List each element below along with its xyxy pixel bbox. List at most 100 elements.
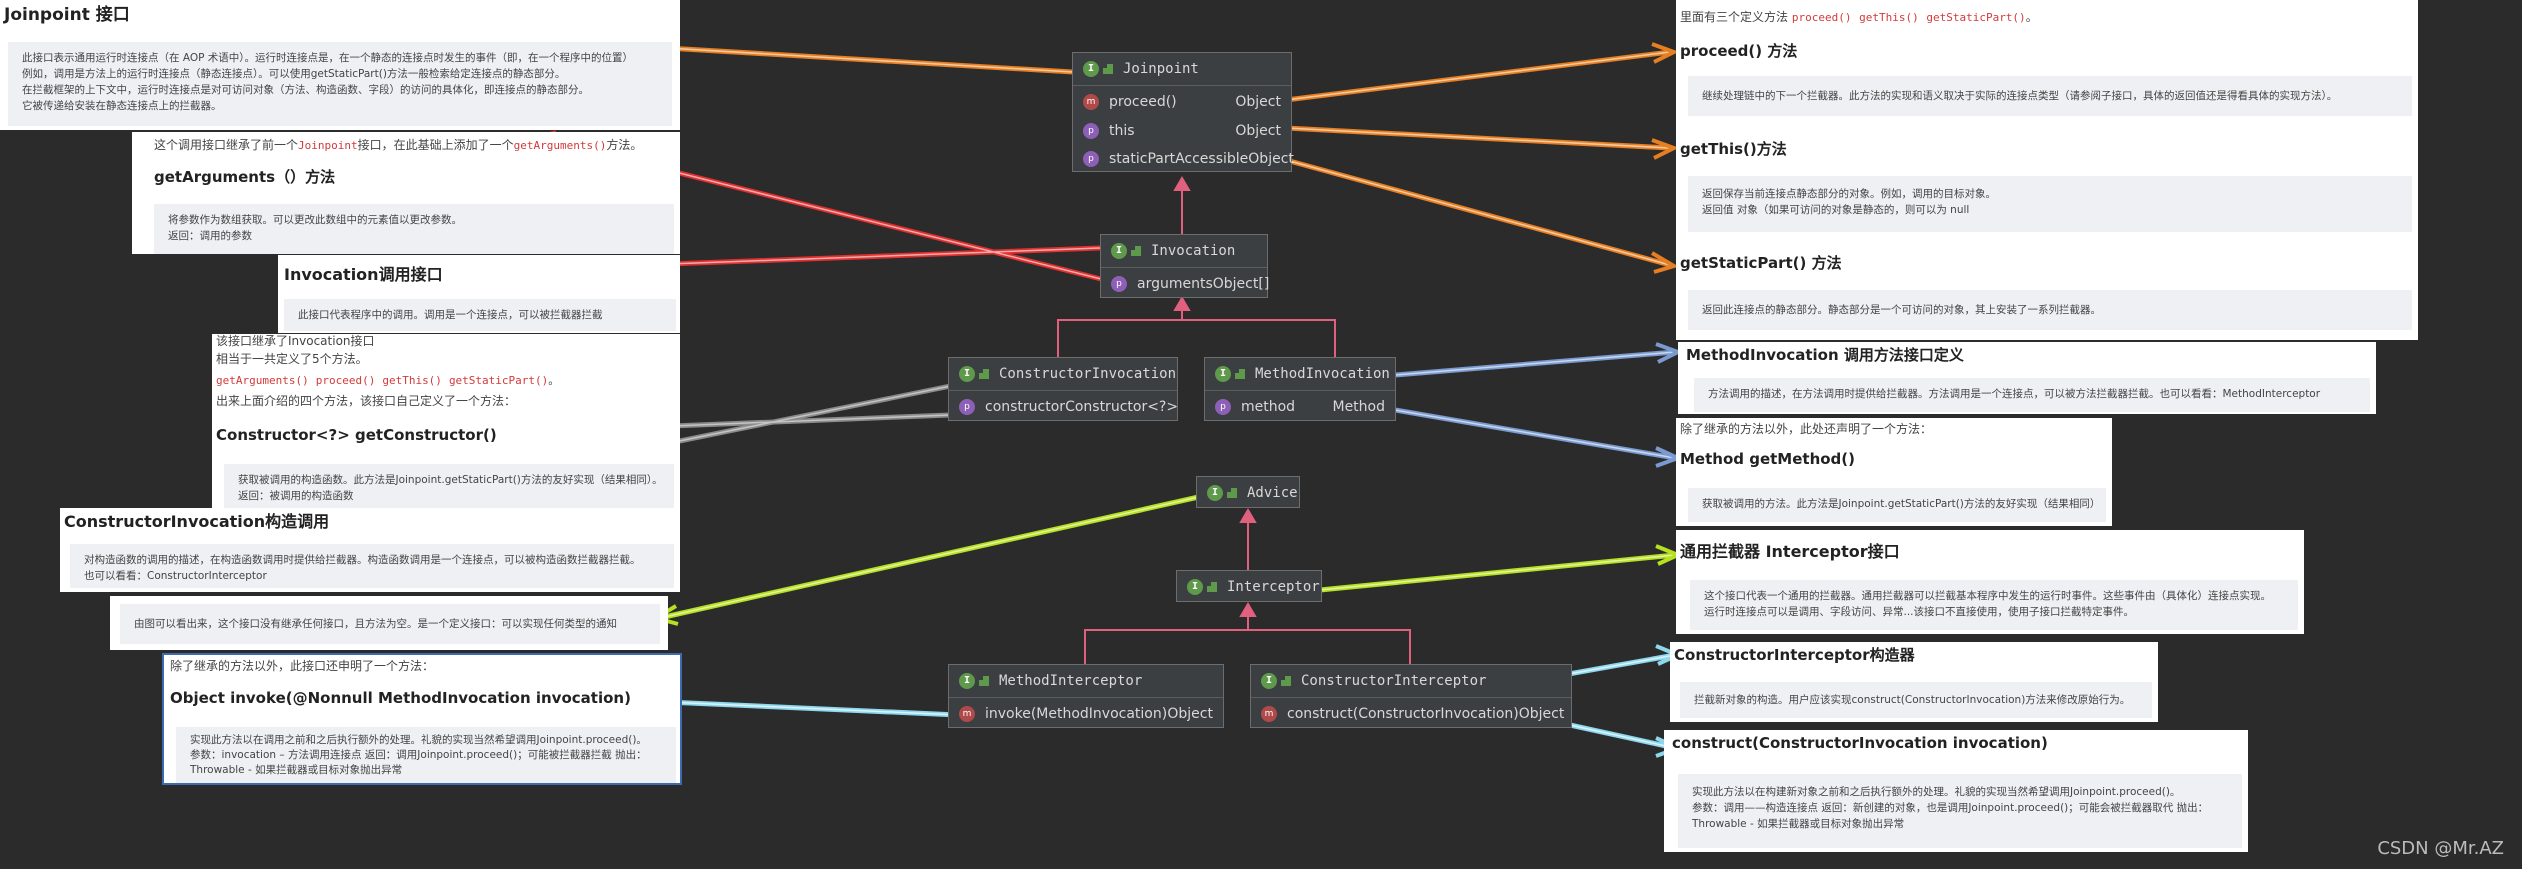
getarguments-line: 将参数作为数组获取。可以更改此数组中的元素值以更改参数。: [168, 214, 462, 226]
joinpoint-note-line: 例如，调用是方法上的运行时连接点（静态连接点）。可以使用getStaticPar…: [22, 68, 566, 80]
lock-icon: [1207, 582, 1217, 592]
property-icon: p: [1083, 123, 1099, 139]
joinpoint-note-line: 它被传递给安装在静态连接点上的拦截器。: [22, 100, 222, 112]
class-name: Interceptor: [1227, 579, 1320, 595]
joinpoint-note-line: 此接口表示通用运行时连接点（在 AOP 术语中）。运行时连接点是，在一个静态的连…: [22, 52, 634, 64]
uml-interceptor[interactable]: I Interceptor: [1176, 570, 1322, 602]
getmethod-body: 获取被调用的方法。此方法是Joinpoint.getStaticPart()方法…: [1688, 488, 2106, 522]
construct-line: 参数：调用——构造连接点 返回：新创建的对象，也是调用Joinpoint.pro…: [1692, 802, 2209, 814]
getmethod-note: 除了继承的方法以外，此处还声明了一个方法： Method getMethod()…: [1676, 418, 2112, 526]
getconstructor-l2: 相当于一共定义了5个方法。: [216, 352, 368, 366]
constructorinvocation-note-body: 对构造函数的调用的描述，在构造函数调用时提供给拦截器。构造函数调用是一个连接点，…: [70, 544, 674, 588]
methodinvocation-note: MethodInvocation 调用方法接口定义 方法调用的描述，在方法调用时…: [1678, 342, 2376, 414]
invoke-body: 实现此方法以在调用之前和之后执行额外的处理。礼貌的实现当然希望调用Joinpoi…: [176, 727, 676, 783]
uml-methodinterceptor[interactable]: I MethodInterceptor m invoke(MethodInvocat…: [948, 664, 1224, 728]
constructorinterceptor-note: ConstructorInterceptor构造器 拦截新对象的构造。用户应该实…: [1670, 642, 2158, 722]
method-icon: m: [959, 705, 975, 722]
getarguments-line: 返回：调用的参数: [168, 230, 252, 242]
property-icon: p: [1111, 275, 1127, 292]
property-icon: p: [959, 398, 975, 415]
uml-row[interactable]: p constructor Constructor<?>: [949, 391, 1178, 422]
method-icon: m: [1261, 705, 1277, 722]
getconstructor-note: 该接口继承了Invocation接口 相当于一共定义了5个方法。 getArgu…: [212, 334, 680, 508]
invocation-note-body: 此接口代表程序中的调用。调用是一个连接点，可以被拦截器拦截: [284, 299, 676, 331]
method-icon: m: [1083, 93, 1099, 110]
getconstructor-l4: 出来上面介绍的四个方法，该接口自己定义了一个方法：: [216, 394, 517, 408]
advice-note-line: 由图可以看出来，这个接口没有继承任何接口，且方法为空。是一个定义接口：可以实现任…: [134, 618, 617, 630]
uml-row[interactable]: m proceed() Object: [1073, 86, 1291, 117]
getconstructor-line: 获取被调用的构造函数。此方法是Joinpoint.getStaticPart()…: [238, 474, 663, 486]
interface-icon: I: [1083, 61, 1099, 77]
lock-icon: [979, 369, 989, 379]
uml-constructorinterceptor[interactable]: I ConstructorInterceptor m construct(Const…: [1250, 664, 1572, 728]
getthis-line: 返回值 对象（如果可访问的对象是静态的，则可以为 null: [1702, 204, 1970, 216]
getthis-line: 返回保存当前连接点静态部分的对象。例如，调用的目标对象。: [1702, 188, 1996, 200]
getconstructor-body: 获取被调用的构造函数。此方法是Joinpoint.getStaticPart()…: [224, 464, 674, 508]
getconstructor-l1: 该接口继承了Invocation接口: [216, 334, 375, 348]
interceptor-note-body: 这个接口代表一个通用的拦截器。通用拦截器可以拦截基本程序中发生的运行时事件。这些…: [1690, 580, 2298, 630]
joinpoint-note-body: 此接口表示通用运行时连接点（在 AOP 术语中）。运行时连接点是，在一个静态的连…: [8, 42, 672, 126]
constructorinvocation-note-title: ConstructorInvocation构造调用: [64, 512, 330, 531]
getarguments-note: 这个调用接口继承了前一个Joinpoint接口，在此基础上添加了一个getArg…: [132, 132, 680, 254]
getarguments-body: 将参数作为数组获取。可以更改此数组中的元素值以更改参数。 返回：调用的参数: [154, 204, 674, 254]
class-name: ConstructorInvocation: [999, 366, 1177, 382]
uml-row[interactable]: m construct(ConstructorInvocation) Object: [1251, 698, 1571, 729]
class-name: Joinpoint: [1123, 61, 1199, 77]
invoke-line: 参数：invocation – 方法调用连接点 返回：调用Joinpoint.p…: [190, 749, 647, 761]
uml-methodinvocation[interactable]: I MethodInvocation p method Method: [1204, 357, 1396, 421]
class-name: MethodInvocation: [1255, 366, 1390, 382]
invoke-line: Throwable - 如果拦截器或目标对象抛出异常: [190, 764, 403, 776]
property-icon: p: [1215, 398, 1231, 415]
lock-icon: [1131, 246, 1141, 256]
watermark: CSDN @Mr.AZ: [2377, 838, 2504, 859]
class-name: Advice: [1247, 485, 1298, 501]
uml-row[interactable]: p arguments Object[]: [1101, 268, 1269, 299]
defs-intro: 里面有三个定义方法 proceed() getThis() getStaticP…: [1680, 10, 2038, 24]
class-name: Invocation: [1151, 243, 1236, 259]
interceptor-note-line: 运行时连接点可以是调用、字段访问、异常...该接口不直接使用，使用子接口拦截特定…: [1704, 606, 2135, 618]
invoke-line: 实现此方法以在调用之前和之后执行额外的处理。礼貌的实现当然希望调用Joinpoi…: [190, 734, 647, 746]
constructorinvocation-note-line: 也可以看看：ConstructorInterceptor: [84, 570, 267, 582]
interface-icon: I: [1187, 579, 1203, 595]
uml-row[interactable]: p this Object: [1073, 117, 1291, 145]
lock-icon: [979, 676, 989, 686]
getstaticpart-body: 返回此连接点的静态部分。静态部分是一个可访问的对象，其上安装了一系列拦截器。: [1688, 290, 2412, 330]
uml-constructorinvocation[interactable]: I ConstructorInvocation p constructor Const…: [948, 357, 1178, 421]
uml-row[interactable]: m invoke(MethodInvocation) Object: [949, 698, 1223, 729]
uml-invocation[interactable]: I Invocation p arguments Object[]: [1100, 234, 1269, 299]
uml-joinpoint[interactable]: I Joinpoint m proceed() Object p this Object …: [1072, 52, 1294, 173]
invocation-note: Invocation调用接口 此接口代表程序中的调用。调用是一个连接点，可以被拦…: [278, 255, 680, 333]
methodinvocation-note-line: 方法调用的描述，在方法调用时提供给拦截器。方法调用是一个连接点，可以被方法拦截器…: [1708, 388, 2321, 400]
constructorinterceptor-note-body: 拦截新对象的构造。用户应该实现construct(ConstructorInvo…: [1680, 682, 2152, 718]
getarguments-title: getArguments（）方法: [154, 168, 336, 186]
constructorinterceptor-note-title: ConstructorInterceptor构造器: [1674, 646, 1915, 664]
methodinvocation-note-body: 方法调用的描述，在方法调用时提供给拦截器。方法调用是一个连接点，可以被方法拦截器…: [1694, 378, 2370, 412]
getconstructor-codes: getArguments() proceed() getThis() getSt…: [216, 374, 560, 387]
methodinvocation-note-title: MethodInvocation 调用方法接口定义: [1686, 346, 1964, 364]
constructorinterceptor-note-line: 拦截新对象的构造。用户应该实现construct(ConstructorInvo…: [1694, 694, 2131, 706]
joinpoint-note: Joinpoint 接口 此接口表示通用运行时连接点（在 AOP 术语中）。运行…: [0, 0, 680, 130]
getthis-body: 返回保存当前连接点静态部分的对象。例如，调用的目标对象。 返回值 对象（如果可访…: [1688, 176, 2412, 232]
interceptor-note: 通用拦截器 Interceptor接口 这个接口代表一个通用的拦截器。通用拦截器…: [1676, 530, 2304, 634]
proceed-title: proceed() 方法: [1680, 42, 1798, 60]
interface-icon: I: [959, 366, 975, 382]
interceptor-note-title: 通用拦截器 Interceptor接口: [1680, 542, 1900, 561]
uml-row[interactable]: p method Method: [1205, 391, 1395, 422]
constructorinvocation-note-line: 对构造函数的调用的描述，在构造函数调用时提供给拦截器。构造函数调用是一个连接点，…: [84, 554, 641, 566]
getconstructor-line: 返回：被调用的构造函数: [238, 490, 354, 502]
interface-icon: I: [1207, 485, 1223, 501]
construct-title: construct(ConstructorInvocation invocati…: [1672, 734, 2048, 752]
getmethod-intro: 除了继承的方法以外，此处还声明了一个方法：: [1680, 422, 1933, 436]
uml-advice[interactable]: I Advice: [1196, 476, 1300, 508]
lock-icon: [1227, 488, 1237, 498]
construct-body: 实现此方法以在构建新对象之前和之后执行额外的处理。礼貌的实现当然希望调用Join…: [1678, 774, 2242, 848]
proceed-line: 继续处理链中的下一个拦截器。此方法的实现和语义取决于实际的连接点类型（请参阅子接…: [1702, 90, 2338, 102]
uml-row[interactable]: p staticPart AccessibleObject: [1073, 145, 1294, 173]
constructorinvocation-note: ConstructorInvocation构造调用 对构造函数的调用的描述，在构…: [60, 508, 680, 592]
interface-icon: I: [1215, 366, 1231, 382]
getmethod-line: 获取被调用的方法。此方法是Joinpoint.getStaticPart()方法…: [1702, 498, 2101, 510]
getarguments-intro: 这个调用接口继承了前一个Joinpoint接口，在此基础上添加了一个getArg…: [154, 138, 643, 152]
lime-arrows: [659, 493, 1676, 621]
interface-icon: I: [1261, 673, 1277, 689]
interceptor-note-line: 这个接口代表一个通用的拦截器。通用拦截器可以拦截基本程序中发生的运行时事件。这些…: [1704, 590, 2271, 602]
